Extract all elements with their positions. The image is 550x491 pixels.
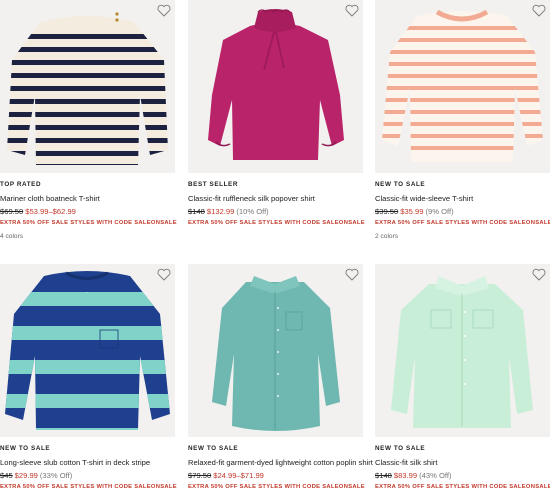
product-image[interactable] — [375, 264, 550, 437]
heart-icon[interactable] — [345, 4, 359, 17]
original-price: $45 — [0, 471, 13, 480]
product-badge: NEW TO SALE — [375, 445, 426, 452]
price-row: $148 $132.99 (10% Off) — [188, 207, 363, 216]
magenta-ruffleneck-blouse-icon — [208, 9, 344, 160]
color-count[interactable]: 4 colors — [0, 233, 175, 241]
promo-text: EXTRA 50% OFF SALE STYLES WITH CODE SALE… — [0, 484, 177, 490]
sale-price: $24.99–$71.99 — [213, 471, 264, 480]
product-image[interactable] — [375, 0, 550, 173]
navy-aqua-stripe-tshirt-icon: ~ — [5, 271, 170, 430]
sale-price: $83.99 — [393, 471, 418, 480]
original-price: $69.50 — [0, 207, 24, 216]
discount-percent: (10% Off) — [236, 207, 269, 216]
product-card[interactable]: BEST SELLER Classic-fit ruffleneck silk … — [188, 0, 365, 227]
discount-percent: (43% Off) — [419, 471, 452, 480]
product-badge: BEST SELLER — [188, 181, 238, 188]
product-badge: NEW TO SALE — [375, 181, 426, 188]
color-count[interactable]: 2 colors — [375, 233, 550, 241]
discount-percent: (9% Off) — [425, 207, 454, 216]
original-price: $148 — [188, 207, 205, 216]
price-row: $79.50 $24.99–$71.99 — [188, 471, 363, 480]
product-image[interactable] — [0, 0, 175, 173]
sale-price: $132.99 — [206, 207, 235, 216]
promo-text: EXTRA 50% OFF SALE STYLES WITH CODE SALE… — [188, 484, 365, 490]
original-price: $39.50 — [375, 207, 399, 216]
promo-text: EXTRA 50% OFF SALE STYLES WITH CODE SALE… — [375, 220, 550, 226]
product-card[interactable]: NEW TO SALE Classic-fit wide-sleeve T-sh… — [375, 0, 550, 241]
product-name[interactable]: Classic-fit ruffleneck silk popover shir… — [188, 194, 363, 203]
promo-text: EXTRA 50% OFF SALE STYLES WITH CODE SALE… — [0, 220, 177, 226]
product-image[interactable]: ~ — [0, 264, 175, 437]
striped-boatneck-shirt-icon — [7, 12, 168, 165]
product-card[interactable]: NEW TO SALE Relaxed-fit garment-dyed lig… — [188, 264, 373, 491]
price-row: $39.50 $35.99 (9% Off) — [375, 207, 550, 216]
product-card[interactable]: NEW TO SALE Classic-fit silk shirt $148 $… — [375, 264, 550, 491]
product-badge: TOP RATED — [0, 181, 42, 188]
price-row: $45 $29.99 (33% Off) — [0, 471, 175, 480]
heart-icon[interactable] — [345, 268, 359, 281]
heart-icon[interactable] — [532, 4, 546, 17]
product-name[interactable]: Mariner cloth boatneck T-shirt — [0, 194, 175, 203]
product-image[interactable] — [188, 264, 363, 437]
product-name[interactable]: Classic-fit silk shirt — [375, 458, 550, 467]
price-row: $69.50 $53.99–$62.99 — [0, 207, 175, 216]
sale-price: $29.99 — [14, 471, 38, 480]
product-grid: TOP RATED Mariner cloth boatneck T-shirt… — [0, 0, 550, 491]
price-row: $148 $83.99 (43% Off) — [375, 471, 550, 480]
product-image[interactable] — [188, 0, 363, 173]
product-card[interactable]: ~ NEW TO SALE Long-sleeve slub cotton T-… — [0, 264, 177, 491]
discount-percent: (33% Off) — [39, 471, 73, 480]
product-badge: NEW TO SALE — [0, 445, 51, 452]
product-name[interactable]: Relaxed-fit garment-dyed lightweight cot… — [188, 458, 373, 467]
product-badge: NEW TO SALE — [188, 445, 239, 452]
heart-icon[interactable] — [532, 268, 546, 281]
original-price: $148 — [375, 471, 392, 480]
original-price: $79.50 — [188, 471, 212, 480]
product-name[interactable]: Classic-fit wide-sleeve T-shirt — [375, 194, 550, 203]
sale-price: $53.99–$62.99 — [25, 207, 76, 216]
mint-silk-shirt-icon — [391, 276, 533, 428]
promo-text: EXTRA 50% OFF SALE STYLES WITH CODE SALE… — [375, 484, 550, 490]
heart-icon[interactable] — [157, 4, 171, 17]
promo-text: EXTRA 50% OFF SALE STYLES WITH CODE SALE… — [188, 220, 365, 226]
teal-poplin-shirt-icon — [212, 276, 340, 431]
product-name[interactable]: Long-sleeve slub cotton T-shirt in deck … — [0, 458, 175, 467]
heart-icon[interactable] — [157, 268, 171, 281]
sale-price: $35.99 — [400, 207, 424, 216]
pink-striped-tshirt-icon — [382, 9, 543, 162]
product-card[interactable]: TOP RATED Mariner cloth boatneck T-shirt… — [0, 0, 177, 241]
